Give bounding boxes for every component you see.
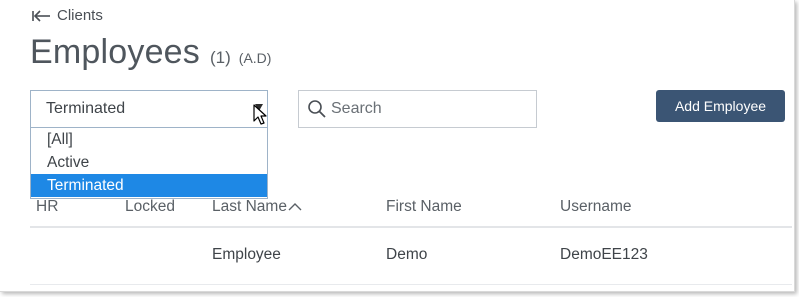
column-header-first-name[interactable]: First Name [386,198,462,216]
chevron-up-icon [288,202,302,211]
mouse-pointer-icon [253,104,267,125]
cell-first-name: Demo [386,246,428,263]
column-header-username[interactable]: Username [560,198,632,216]
page-title: Employees (1) (A.D) [30,33,271,72]
column-header-locked[interactable]: Locked [125,198,175,216]
status-filter-dropdown: [All] Active Terminated [30,128,268,199]
table-header: HR Locked Last Name First Name Username [30,194,792,228]
column-header-hr[interactable]: HR [36,198,58,216]
search-input[interactable] [331,100,531,118]
back-link-label: Clients [57,7,103,24]
cell-last-name: Employee [212,246,281,263]
arrow-left-icon [32,9,50,22]
option-active[interactable]: Active [31,151,267,174]
title-suffix: (A.D) [238,50,272,66]
option-all[interactable]: [All] [31,128,267,151]
search-box[interactable] [298,90,537,128]
column-header-last-name[interactable]: Last Name [212,198,302,216]
table-row[interactable]: Employee Demo DemoEE123 [30,229,792,285]
search-icon [308,100,326,118]
column-header-last-name-label: Last Name [212,198,287,215]
back-to-clients-link[interactable]: Clients [31,7,103,24]
add-employee-button[interactable]: Add Employee [656,90,785,122]
cell-username: DemoEE123 [560,246,648,263]
employee-count: (1) [210,48,231,67]
page-title-text: Employees [30,33,200,71]
app-frame: Clients Employees (1) (A.D) Terminated [… [0,0,795,292]
status-filter-value: Terminated [46,100,126,117]
status-filter-select[interactable]: Terminated [30,90,268,128]
